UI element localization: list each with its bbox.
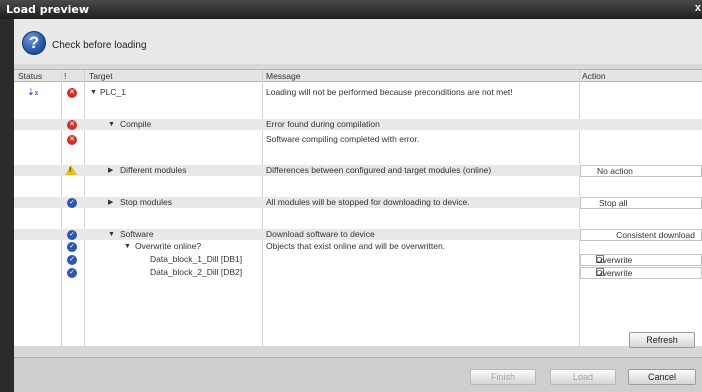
row-target: Software	[120, 229, 154, 239]
row-target: Overwrite online?	[135, 241, 202, 251]
row-message: Software compiling completed with error.	[266, 134, 420, 144]
column-divider	[61, 70, 62, 346]
action-value: Overwrite	[596, 268, 633, 278]
row-message: Error found during compilation	[266, 119, 380, 129]
overwrite-checkbox-db1[interactable]: ✓ Overwrite	[580, 254, 702, 266]
check-icon: ✓	[67, 255, 77, 265]
download-status-icon: ⇣x	[27, 87, 39, 97]
table-row[interactable]: ⇣x ✕ ▼ PLC_1 Loading will not be perform…	[14, 87, 702, 98]
table-row[interactable]: ✕ ▼ Compile Error found during compilati…	[14, 119, 702, 130]
warning-icon: !	[65, 165, 77, 175]
action-value: No action	[597, 166, 633, 176]
column-message[interactable]: Message	[266, 71, 301, 81]
load-button[interactable]: Load	[550, 369, 616, 385]
action-select-stop-modules[interactable]: Stop all	[580, 197, 702, 209]
action-select-different-modules[interactable]: No action	[580, 165, 702, 177]
column-divider	[262, 70, 263, 346]
close-icon[interactable]: x	[695, 2, 701, 14]
load-preview-table: Status ! Target Message Action ⇣x ✕ ▼ PL…	[14, 69, 702, 346]
row-message: Loading will not be performed because pr…	[266, 87, 513, 97]
row-message: All modules will be stopped for download…	[266, 197, 470, 207]
expand-arrow-icon[interactable]: ▼	[108, 119, 115, 130]
action-value: Stop all	[599, 198, 628, 208]
dialog-footer: Finish Load Cancel	[14, 357, 702, 392]
question-icon: ?	[22, 31, 46, 55]
column-bang[interactable]: !	[64, 71, 66, 81]
cancel-button[interactable]: Cancel	[628, 369, 696, 385]
row-target: Data_block_2_Dill [DB2]	[150, 267, 243, 277]
dialog-header: ? Check before loading	[14, 19, 702, 64]
window-title: Load preview	[6, 3, 90, 16]
check-icon: ✓	[67, 242, 77, 252]
error-icon: ✕	[67, 88, 77, 98]
action-value: Overwrite	[596, 255, 633, 265]
row-target: PLC_1	[100, 87, 126, 97]
row-message: Download software to device	[266, 229, 375, 239]
row-message: Objects that exist online and will be ov…	[266, 241, 446, 251]
load-preview-dialog: ? Check before loading Status ! Target M…	[14, 19, 702, 392]
error-icon: ✕	[67, 120, 77, 130]
row-target: Different modules	[120, 165, 187, 175]
check-icon: ✓	[67, 230, 77, 240]
row-target: Stop modules	[120, 197, 172, 207]
action-select-software[interactable]: Consistent download	[580, 229, 702, 241]
expand-arrow-icon[interactable]: ▼	[108, 229, 115, 240]
table-header: Status ! Target Message Action	[14, 70, 702, 82]
column-target[interactable]: Target	[89, 71, 113, 81]
overwrite-checkbox-db2[interactable]: ✓ Overwrite	[580, 267, 702, 279]
row-target: Data_block_1_Dill [DB1]	[150, 254, 243, 264]
column-status[interactable]: Status	[18, 71, 42, 81]
title-bar: Load preview x	[0, 0, 702, 19]
action-value: Consistent download	[616, 230, 695, 240]
expand-arrow-icon[interactable]: ▼	[90, 87, 97, 98]
row-message: Differences between configured and targe…	[266, 165, 492, 175]
header-text: Check before loading	[52, 40, 147, 51]
row-target: Compile	[120, 119, 152, 129]
table-row[interactable]: ✓ ▼ Overwrite online? Objects that exist…	[14, 241, 702, 252]
check-icon: ✓	[67, 198, 77, 208]
refresh-button[interactable]: Refresh	[629, 332, 695, 348]
expand-arrow-icon[interactable]: ▼	[124, 241, 131, 252]
collapsed-arrow-icon[interactable]: ▶	[108, 197, 113, 208]
finish-button[interactable]: Finish	[470, 369, 536, 385]
table-row[interactable]: ✕ Software compiling completed with erro…	[14, 134, 702, 145]
check-icon: ✓	[67, 268, 77, 278]
error-icon: ✕	[67, 135, 77, 145]
column-action[interactable]: Action	[582, 71, 606, 81]
column-divider	[84, 70, 85, 346]
collapsed-arrow-icon[interactable]: ▶	[108, 165, 113, 176]
